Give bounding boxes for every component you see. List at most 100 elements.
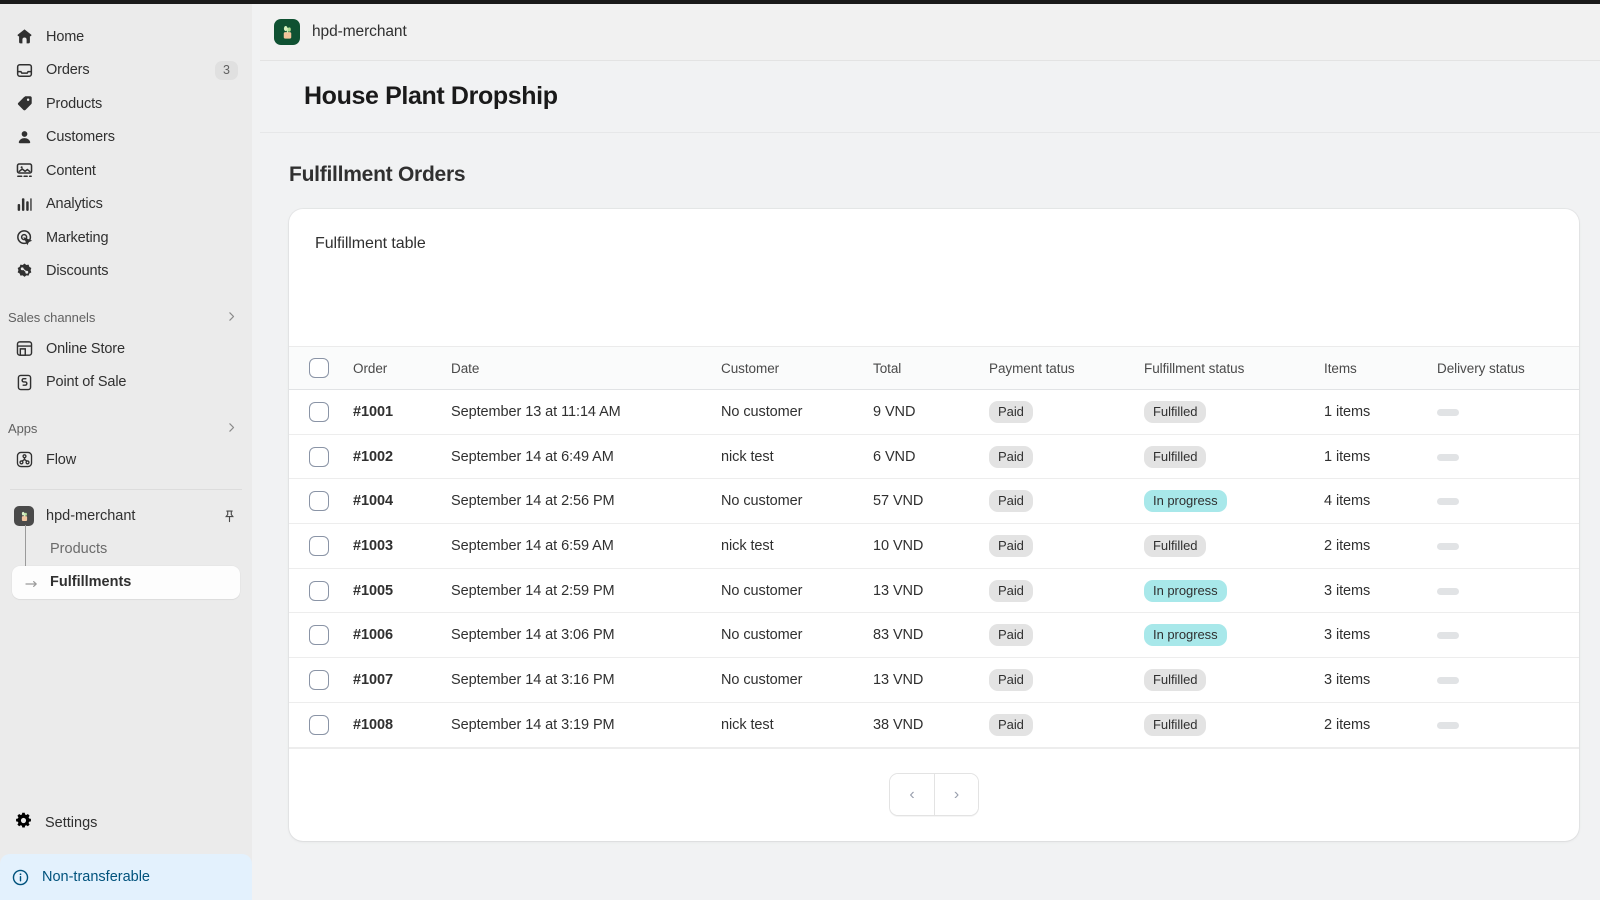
table-row[interactable]: #1001 September 13 at 11:14 AM No customer… <box>289 389 1579 435</box>
cell-payment-status: Paid <box>989 702 1144 748</box>
cell-date: September 14 at 2:59 PM <box>451 568 721 614</box>
order-number: #1005 <box>353 582 393 599</box>
row-checkbox[interactable] <box>309 669 329 690</box>
cell-payment-status: Paid <box>989 478 1144 525</box>
row-checkbox[interactable] <box>309 401 329 422</box>
app-plant-icon <box>14 506 34 526</box>
select-all-checkbox[interactable] <box>309 358 329 378</box>
payment-status-badge: Paid <box>989 668 1033 691</box>
sidebar-content-gap <box>252 4 260 900</box>
cell-fulfillment-status: In progress <box>1144 568 1324 614</box>
row-checkbox[interactable] <box>309 535 329 556</box>
delivery-status-placeholder <box>1437 498 1459 506</box>
sidebar-item-point-of-sale[interactable]: Point of Sale <box>6 366 246 400</box>
cell-delivery-status <box>1437 702 1579 748</box>
sidebar-item-analytics[interactable]: Analytics <box>6 188 246 222</box>
app-header: hpd-merchant <box>260 4 1600 61</box>
select-all-header <box>289 346 353 390</box>
app-plant-icon <box>274 19 300 45</box>
cell-customer: No customer <box>721 612 873 659</box>
cell-items: 3 items <box>1324 568 1437 614</box>
sidebar: Home Orders 3 Products Customers Content… <box>0 4 252 900</box>
payment-status-badge: Paid <box>989 713 1033 736</box>
sidebar-item-home[interactable]: Home <box>6 20 246 54</box>
sidebar-item-flow[interactable]: Flow <box>6 443 246 477</box>
row-checkbox[interactable] <box>309 580 329 601</box>
sales-channels-section-header[interactable]: Sales channels <box>0 302 252 332</box>
apps-list: Flow <box>0 443 252 477</box>
pagination-next-button[interactable]: › <box>934 774 978 815</box>
column-header-fulfillment-status[interactable]: Fulfillment status <box>1144 346 1324 390</box>
cell-total: 10 VND <box>873 523 989 569</box>
column-header-order[interactable]: Order <box>353 346 451 390</box>
cell-delivery-status <box>1437 612 1579 659</box>
row-checkbox[interactable] <box>309 491 329 512</box>
sidebar-item-label: Analytics <box>46 196 103 213</box>
storefront-icon <box>14 339 34 359</box>
row-checkbox[interactable] <box>309 446 329 467</box>
row-checkbox[interactable] <box>309 625 329 646</box>
column-header-payment-status[interactable]: Payment tatus <box>989 346 1144 390</box>
delivery-status-placeholder <box>1437 721 1459 729</box>
sidebar-item-label: Content <box>46 162 96 179</box>
table-row[interactable]: #1004 September 14 at 2:56 PM No customer 5… <box>289 478 1579 525</box>
column-header-date[interactable]: Date <box>451 346 721 390</box>
sidebar-item-label: Fulfillments <box>50 574 132 590</box>
sidebar-item-label: Settings <box>45 815 98 831</box>
cell-delivery-status <box>1437 478 1579 525</box>
non-transferable-banner[interactable]: Non-transferable <box>0 854 252 900</box>
pagination-prev-button[interactable]: ‹ <box>890 774 934 815</box>
card-footer: ‹ › <box>289 747 1579 841</box>
sidebar-item-content[interactable]: Content <box>6 154 246 188</box>
cell-order: #1004 <box>353 478 451 525</box>
row-select-cell <box>289 389 353 435</box>
sidebar-item-app-products[interactable]: Products <box>12 533 240 566</box>
cell-customer: No customer <box>721 568 873 614</box>
column-header-total[interactable]: Total <box>873 346 989 390</box>
discounts-badge-icon <box>14 261 34 281</box>
fulfillment-status-badge: Fulfilled <box>1144 713 1207 736</box>
chevron-right-icon <box>225 421 238 436</box>
cell-customer: nick test <box>721 434 873 480</box>
cell-customer: nick test <box>721 523 873 569</box>
sidebar-item-online-store[interactable]: Online Store <box>6 332 246 366</box>
column-header-delivery-status[interactable]: Delivery status <box>1437 346 1579 390</box>
payment-status-badge: Paid <box>989 534 1033 557</box>
order-number: #1002 <box>353 448 393 465</box>
row-select-cell <box>289 523 353 569</box>
pagination: ‹ › <box>889 773 979 816</box>
delivery-status-placeholder <box>1437 676 1459 684</box>
column-header-customer[interactable]: Customer <box>721 346 873 390</box>
cell-delivery-status <box>1437 389 1579 435</box>
page-title-bar: House Plant Dropship <box>260 61 1600 133</box>
delivery-status-placeholder <box>1437 408 1459 416</box>
sidebar-item-products[interactable]: Products <box>6 87 246 121</box>
arrow-connector-icon <box>25 577 39 587</box>
sidebar-item-marketing[interactable]: Marketing <box>6 221 246 255</box>
sidebar-item-settings[interactable]: Settings <box>6 806 246 840</box>
cell-items: 3 items <box>1324 612 1437 659</box>
row-checkbox[interactable] <box>309 714 329 735</box>
cell-delivery-status <box>1437 568 1579 614</box>
pin-icon[interactable] <box>220 507 238 525</box>
order-number: #1006 <box>353 627 393 644</box>
table-row[interactable]: #1007 September 14 at 3:16 PM No customer 1… <box>289 657 1579 703</box>
table-row[interactable]: #1008 September 14 at 3:19 PM nick test 38 … <box>289 702 1579 748</box>
sidebar-item-hpd-merchant[interactable]: hpd-merchant <box>6 500 246 533</box>
column-header-items[interactable]: Items <box>1324 346 1437 390</box>
table-row[interactable]: #1003 September 14 at 6:59 AM nick test 10 … <box>289 523 1579 569</box>
sidebar-item-discounts[interactable]: Discounts <box>6 255 246 289</box>
fulfillment-status-badge: In progress <box>1144 624 1227 647</box>
sidebar-item-label: Discounts <box>46 263 109 280</box>
delivery-status-placeholder <box>1437 587 1459 595</box>
sidebar-item-label: hpd-merchant <box>46 508 136 524</box>
sidebar-item-orders[interactable]: Orders 3 <box>6 54 246 88</box>
cell-total: 6 VND <box>873 434 989 480</box>
table-row[interactable]: #1005 September 14 at 2:59 PM No customer 1… <box>289 568 1579 614</box>
cell-total: 57 VND <box>873 478 989 525</box>
sidebar-item-customers[interactable]: Customers <box>6 121 246 155</box>
sidebar-item-app-fulfillments[interactable]: Fulfillments <box>12 565 240 599</box>
table-row[interactable]: #1002 September 14 at 6:49 AM nick test 6 V… <box>289 434 1579 480</box>
table-row[interactable]: #1006 September 14 at 3:06 PM No customer 8… <box>289 612 1579 659</box>
apps-section-header[interactable]: Apps <box>0 413 252 443</box>
